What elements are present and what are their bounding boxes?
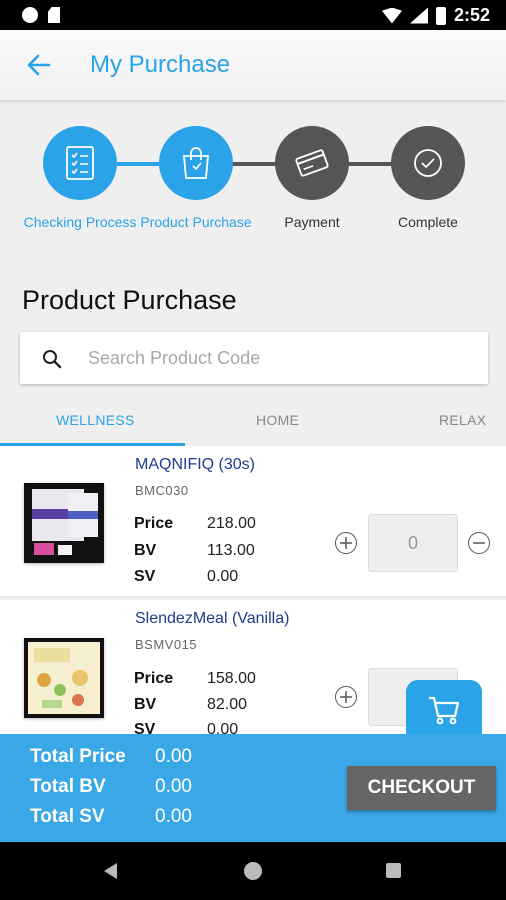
price-value: 218.00 (207, 515, 256, 532)
step-checking-process: Checking Process (20, 126, 140, 230)
minus-icon (473, 542, 485, 544)
total-bv-label: Total BV (30, 776, 106, 797)
total-bv-value: 0.00 (155, 776, 192, 797)
quantity-field[interactable]: 0 (368, 514, 458, 572)
step-circle (159, 126, 233, 200)
product-image (24, 638, 104, 718)
price-label: Price (134, 670, 174, 687)
step-label: Product Purchase (140, 214, 252, 230)
nav-home-icon[interactable] (244, 862, 262, 880)
battery-icon (435, 6, 446, 25)
step-label: Complete (398, 214, 458, 230)
notification-dot-icon (22, 7, 38, 23)
search-input[interactable] (88, 342, 468, 374)
arrow-left-icon (27, 54, 51, 76)
product-item: MAQNIFIQ (30s) BMC030 Price 218.00 BV 11… (0, 446, 506, 598)
page-title: My Purchase (90, 51, 231, 78)
price-value: 158.00 (207, 670, 256, 687)
nav-recent-apps-icon[interactable] (386, 863, 401, 878)
signal-icon (409, 7, 428, 24)
total-price-label: Total Price (30, 746, 126, 767)
sv-label: SV (134, 568, 156, 585)
total-sv-value: 0.00 (155, 806, 192, 827)
checkout-button[interactable]: CHECKOUT (347, 766, 496, 810)
search-bar[interactable] (20, 332, 488, 384)
totals-bar: Total Price 0.00 Total BV 0.00 Total SV … (0, 734, 506, 842)
app-bar: My Purchase (0, 30, 506, 100)
step-product-purchase: Product Purchase (136, 126, 256, 230)
bv-value: 82.00 (207, 696, 248, 713)
wifi-icon (381, 7, 402, 24)
product-code: BMC030 (135, 483, 189, 498)
product-name[interactable]: MAQNIFIQ (30s) (135, 456, 255, 474)
total-price-value: 0.00 (155, 746, 192, 767)
total-sv-label: Total SV (30, 806, 105, 827)
sd-card-icon (48, 7, 60, 23)
product-box-image (24, 483, 104, 563)
increase-quantity-button[interactable] (335, 686, 357, 708)
step-label: Payment (284, 214, 340, 230)
tab-home[interactable]: HOME (256, 412, 299, 428)
cart-button[interactable] (406, 680, 482, 740)
step-circle (275, 126, 349, 200)
checklist-icon (66, 146, 94, 180)
product-code: BSMV015 (135, 637, 198, 652)
sv-value: 0.00 (207, 721, 239, 734)
progress-stepper: Checking Process Product Purchase Paymen… (0, 126, 506, 256)
total-bv-row: Total BV 0.00 (30, 776, 192, 798)
back-button[interactable] (22, 50, 56, 80)
section-title: Product Purchase (22, 285, 237, 315)
product-name[interactable]: SlendezMeal (Vanilla) (135, 610, 289, 628)
nav-back-icon[interactable] (104, 863, 117, 879)
step-circle (391, 126, 465, 200)
bv-label: BV (134, 696, 157, 713)
bv-label: BV (134, 542, 157, 559)
sv-label: SV (134, 721, 156, 734)
tab-relax[interactable]: RELAX (439, 412, 486, 428)
decrease-quantity-button[interactable] (468, 532, 490, 554)
system-navigation-bar (0, 842, 506, 900)
tab-wellness[interactable]: WELLNESS (56, 412, 135, 428)
status-time: 2:52 (453, 5, 490, 25)
credit-card-icon (295, 149, 329, 177)
step-complete: Complete (368, 126, 488, 230)
shopping-bag-icon (183, 147, 209, 179)
product-box-image (24, 638, 104, 718)
status-bar: 2:52 (0, 0, 506, 30)
bv-value: 113.00 (207, 542, 255, 559)
step-circle (43, 126, 117, 200)
plus-icon (340, 537, 352, 549)
total-price-row: Total Price 0.00 (30, 746, 192, 768)
check-circle-icon (414, 149, 442, 177)
shopping-cart-icon (429, 696, 460, 725)
price-label: Price (134, 515, 174, 532)
product-image (24, 483, 104, 563)
increase-quantity-button[interactable] (335, 532, 357, 554)
step-label: Checking Process (23, 214, 137, 230)
category-tabs: WELLNESS HOME RELAX (0, 400, 506, 446)
total-sv-row: Total SV 0.00 (30, 806, 192, 828)
step-payment: Payment (252, 126, 372, 230)
search-icon (43, 350, 62, 369)
sv-value: 0.00 (207, 568, 239, 585)
plus-icon (340, 691, 352, 703)
